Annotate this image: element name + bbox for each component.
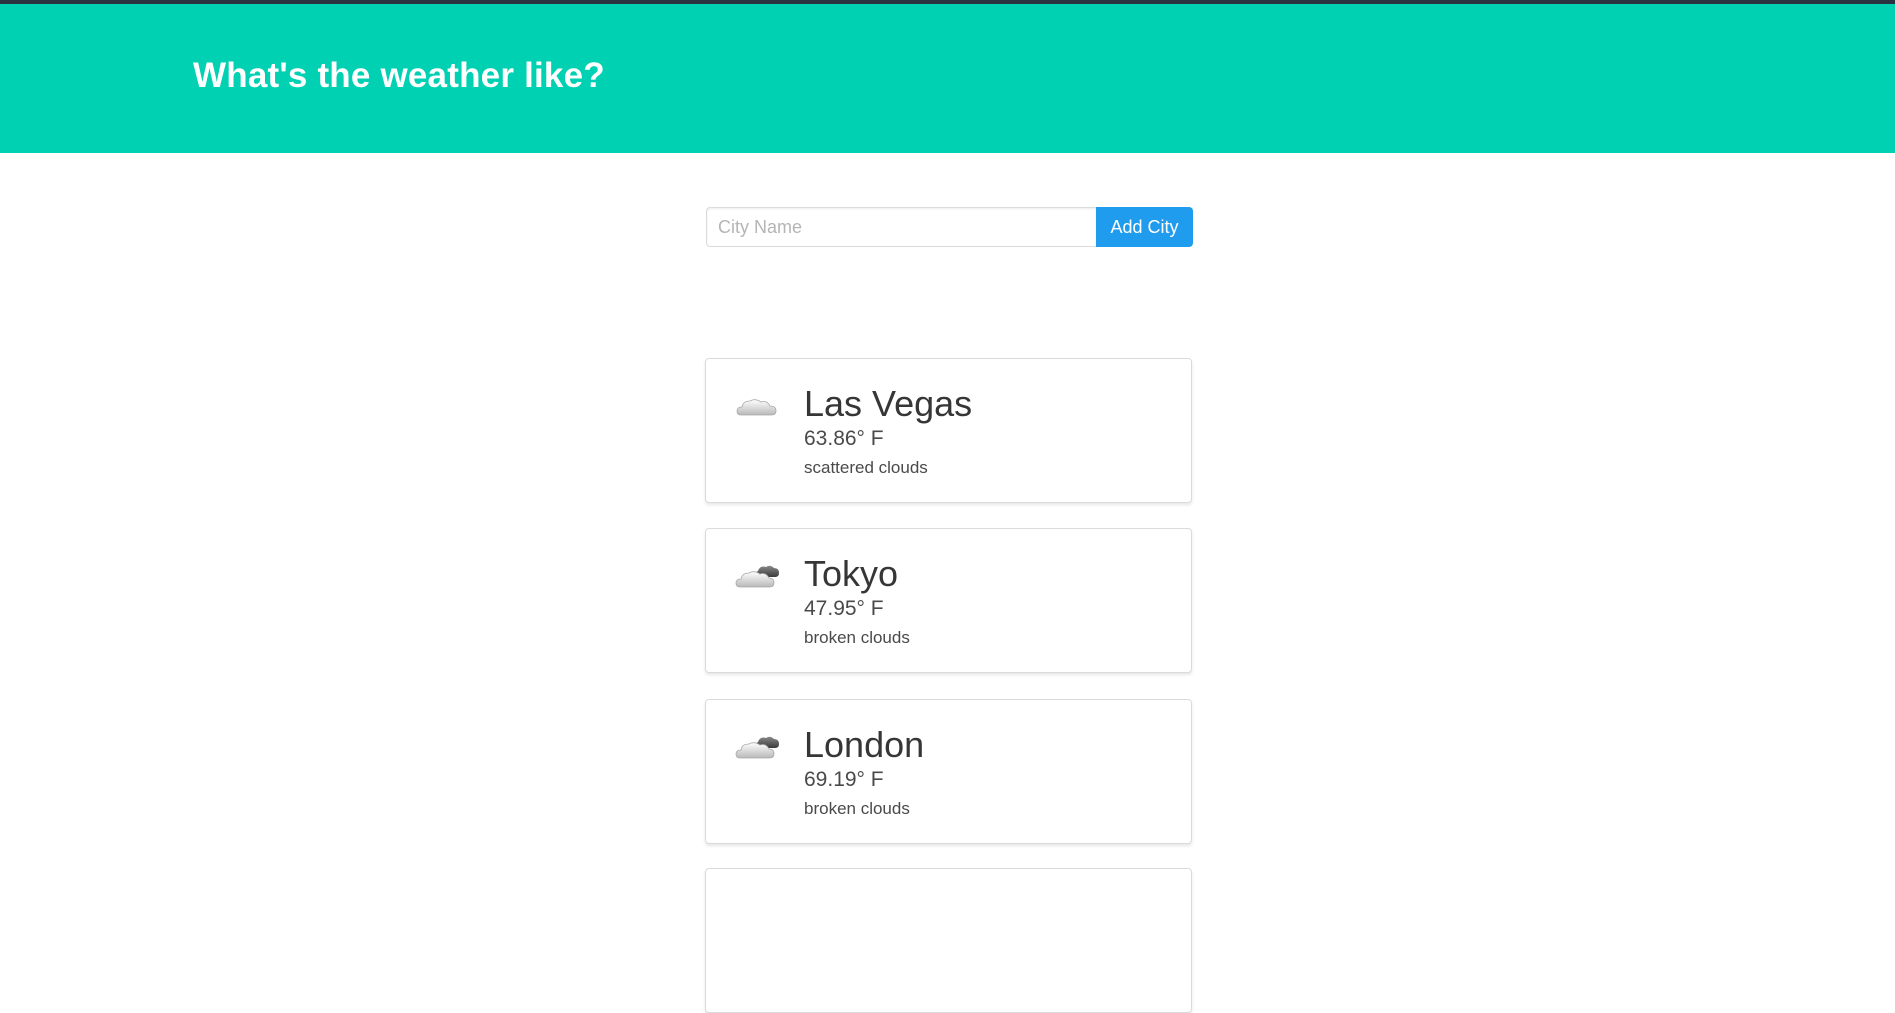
scattered-clouds-icon (734, 389, 780, 423)
weather-card (705, 868, 1192, 1013)
broken-clouds-icon (734, 559, 780, 593)
city-name: Tokyo (804, 553, 899, 594)
header-banner: What's the weather like? (0, 4, 1895, 153)
weather-card: London 69.19° F broken clouds (705, 699, 1192, 844)
city-temperature: 63.86° F (804, 427, 884, 450)
city-temperature: 69.19° F (804, 768, 884, 791)
weather-description: broken clouds (804, 799, 910, 818)
city-name: Las Vegas (804, 383, 973, 424)
weather-card: Las Vegas 63.86° F scattered clouds (705, 358, 1192, 503)
weather-card: Tokyo 47.95° F broken clouds (705, 528, 1192, 673)
city-name: London (804, 724, 925, 765)
weather-description: scattered clouds (804, 458, 928, 477)
broken-clouds-icon (734, 730, 780, 764)
weather-description: broken clouds (804, 628, 910, 647)
city-temperature: 47.95° F (804, 597, 884, 620)
add-city-form: Add City (706, 207, 1193, 247)
add-city-button[interactable]: Add City (1096, 207, 1193, 247)
city-name-input[interactable] (706, 207, 1096, 247)
page-title: What's the weather like? (193, 56, 605, 95)
